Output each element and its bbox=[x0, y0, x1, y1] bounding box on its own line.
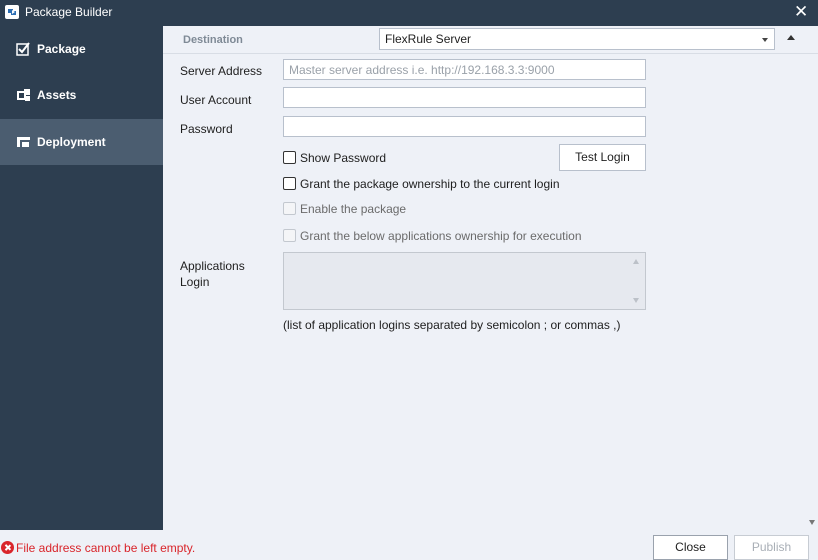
panel-scroll-down-icon[interactable] bbox=[809, 520, 815, 525]
grant-apps-label: Grant the below applications ownership f… bbox=[300, 229, 582, 243]
title-bar: Package Builder ✕ bbox=[0, 0, 818, 26]
deployment-icon bbox=[16, 135, 31, 149]
destination-label: Destination bbox=[183, 34, 243, 46]
sidebar-item-package[interactable]: Package bbox=[0, 26, 163, 72]
checkbox-box[interactable] bbox=[283, 177, 296, 190]
grant-ownership-label: Grant the package ownership to the curre… bbox=[300, 177, 560, 191]
applications-login-textarea[interactable] bbox=[283, 252, 646, 310]
user-account-input[interactable] bbox=[283, 87, 646, 108]
check-icon bbox=[16, 42, 31, 56]
sidebar-item-label: Package bbox=[37, 42, 86, 56]
assets-icon bbox=[16, 88, 31, 102]
user-account-label: User Account bbox=[180, 93, 252, 107]
deployment-panel: Destination FlexRule Server Server Addre… bbox=[163, 26, 818, 530]
server-address-input[interactable] bbox=[283, 59, 646, 80]
collapse-up-icon[interactable] bbox=[785, 33, 797, 43]
scroll-down-icon[interactable] bbox=[633, 298, 639, 303]
destination-dropdown[interactable]: FlexRule Server bbox=[379, 28, 775, 50]
close-button[interactable]: Close bbox=[653, 535, 728, 560]
applications-login-label: Applications Login bbox=[180, 259, 245, 289]
sidebar: Package Assets Deployment bbox=[0, 26, 163, 530]
scroll-up-icon[interactable] bbox=[633, 259, 639, 264]
status-bar: File address cannot be left empty. Close… bbox=[0, 530, 818, 560]
package-builder-icon bbox=[5, 5, 19, 19]
destination-value: FlexRule Server bbox=[385, 32, 472, 46]
enable-package-label: Enable the package bbox=[300, 202, 407, 216]
sidebar-item-label: Deployment bbox=[37, 135, 106, 149]
show-password-label: Show Password bbox=[300, 151, 387, 165]
error-icon bbox=[1, 541, 14, 554]
window-title: Package Builder bbox=[25, 5, 113, 19]
sidebar-item-assets[interactable]: Assets bbox=[0, 72, 163, 118]
test-login-button[interactable]: Test Login bbox=[559, 144, 646, 171]
sidebar-item-label: Assets bbox=[37, 88, 77, 102]
divider bbox=[163, 53, 818, 54]
password-input[interactable] bbox=[283, 116, 646, 137]
error-message: File address cannot be left empty. bbox=[16, 541, 196, 555]
sidebar-item-deployment[interactable]: Deployment bbox=[0, 119, 163, 165]
checkbox-box[interactable] bbox=[283, 151, 296, 164]
password-label: Password bbox=[180, 122, 233, 136]
chevron-down-icon bbox=[762, 38, 768, 42]
publish-button: Publish bbox=[734, 535, 809, 560]
checkbox-box bbox=[283, 229, 296, 242]
close-icon[interactable]: ✕ bbox=[794, 3, 808, 21]
server-address-label: Server Address bbox=[180, 64, 263, 78]
applications-hint: (list of application logins separated by… bbox=[283, 318, 621, 332]
checkbox-box bbox=[283, 202, 296, 215]
